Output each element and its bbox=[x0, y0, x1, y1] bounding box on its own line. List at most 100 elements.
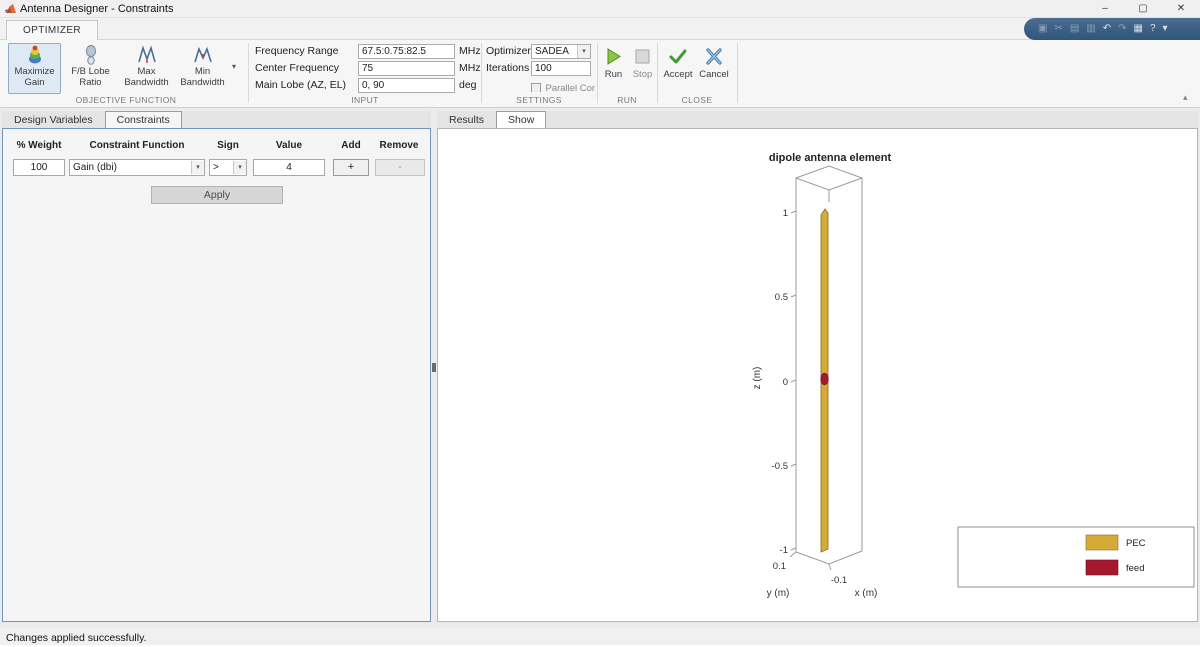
constraint-function-select[interactable]: Gain (dbi) ▾ bbox=[69, 159, 205, 176]
save-icon[interactable]: ▣ bbox=[1038, 18, 1047, 40]
window-title: Antenna Designer - Constraints bbox=[20, 3, 174, 15]
close-button[interactable]: ✕ bbox=[1162, 0, 1200, 18]
frequency-range-label: Frequency Range bbox=[255, 45, 339, 57]
header-sign: Sign bbox=[217, 140, 239, 151]
add-constraint-button[interactable]: + bbox=[333, 159, 369, 176]
fb-lobe-ratio-button[interactable]: F/B Lobe Ratio bbox=[64, 43, 117, 94]
frequency-range-input[interactable]: 67.5:0.75:82.5 bbox=[358, 44, 455, 59]
constraint-function-value: Gain (dbi) bbox=[73, 162, 117, 173]
tab-optimizer[interactable]: OPTIMIZER bbox=[6, 20, 99, 41]
tab-constraints[interactable]: Constraints bbox=[104, 111, 182, 128]
redo-icon[interactable]: ↷ bbox=[1118, 18, 1126, 40]
section-label-run: RUN bbox=[617, 95, 637, 105]
iterations-label: Iterations bbox=[486, 62, 530, 74]
stop-button[interactable]: Stop bbox=[629, 43, 656, 94]
stop-icon bbox=[635, 49, 650, 64]
header-add: Add bbox=[341, 140, 361, 151]
value-input[interactable]: 4 bbox=[253, 159, 325, 176]
tab-show[interactable]: Show bbox=[496, 111, 547, 128]
sign-select[interactable]: > ▾ bbox=[209, 159, 247, 176]
stop-label: Stop bbox=[632, 69, 653, 80]
optimizer-select[interactable]: SADEA ▾ bbox=[531, 44, 591, 59]
quick-access-toolbar: ▣ ✂ ▤ ▥ ↶ ↷ ▦ ? ▾ bbox=[1024, 18, 1200, 40]
header-remove: Remove bbox=[379, 140, 419, 151]
center-frequency-unit: MHz bbox=[459, 62, 481, 74]
tab-results[interactable]: Results bbox=[437, 111, 496, 128]
maximize-button[interactable]: ▢ bbox=[1124, 0, 1162, 18]
section-label-objective: OBJECTIVE FUNCTION bbox=[75, 95, 177, 105]
undo-icon[interactable]: ↶ bbox=[1103, 18, 1111, 40]
main-lobe-input[interactable]: 0, 90 bbox=[358, 78, 455, 93]
optimizer-value: SADEA bbox=[535, 46, 569, 57]
tab-design-variables[interactable]: Design Variables bbox=[2, 111, 105, 128]
x-tick-label: -0.1 bbox=[831, 575, 847, 586]
frequency-range-unit: MHz bbox=[459, 45, 481, 57]
y-axis-label: y (m) bbox=[767, 588, 790, 599]
main-lobe-unit: deg bbox=[459, 79, 477, 91]
cancel-label: Cancel bbox=[699, 69, 729, 80]
paste-icon[interactable]: ▥ bbox=[1086, 18, 1095, 40]
section-divider bbox=[597, 43, 598, 103]
chevron-down-icon: ▾ bbox=[577, 45, 590, 58]
y-tick-label: 0.1 bbox=[773, 561, 786, 572]
plot-legend: PEC feed bbox=[957, 526, 1195, 588]
max-bandwidth-label: Max Bandwidth bbox=[124, 66, 169, 88]
maximize-gain-icon bbox=[28, 45, 41, 64]
max-bandwidth-button[interactable]: Max Bandwidth bbox=[120, 43, 173, 94]
toolstrip-collapse-icon[interactable]: ▴ bbox=[1183, 92, 1188, 103]
layout-icon[interactable]: ▦ bbox=[1134, 18, 1143, 40]
z-tick-05: 0.5 bbox=[775, 292, 788, 303]
title-bar: Antenna Designer - Constraints – ▢ ✕ bbox=[0, 0, 1200, 18]
section-label-input: INPUT bbox=[351, 95, 379, 105]
header-value: Value bbox=[275, 140, 303, 151]
section-label-close: CLOSE bbox=[681, 95, 713, 105]
window-controls: – ▢ ✕ bbox=[1086, 0, 1200, 18]
help-icon[interactable]: ? bbox=[1150, 18, 1156, 40]
accept-label: Accept bbox=[663, 69, 693, 80]
z-tick-0: 0 bbox=[783, 377, 788, 388]
plot-title: dipole antenna element bbox=[769, 152, 892, 164]
status-message: Changes applied successfully. bbox=[6, 632, 147, 644]
maximize-gain-button[interactable]: Maximize Gain bbox=[8, 43, 61, 94]
plot-canvas[interactable]: dipole antenna element 1 0.5 0 -0.5 -1 0… bbox=[437, 128, 1198, 622]
min-bandwidth-button[interactable]: Min Bandwidth bbox=[176, 43, 229, 94]
parallel-computing-checkbox[interactable] bbox=[531, 83, 541, 92]
legend-label-feed: feed bbox=[1126, 563, 1145, 574]
fb-lobe-ratio-icon bbox=[85, 45, 96, 65]
x-axis-label: x (m) bbox=[855, 588, 878, 599]
workspace: Design Variables Constraints % Weight Co… bbox=[0, 108, 1200, 628]
copy-icon[interactable]: ▤ bbox=[1070, 18, 1079, 40]
maximize-gain-label: Maximize Gain bbox=[14, 66, 55, 88]
cut-icon[interactable]: ✂ bbox=[1054, 18, 1062, 40]
remove-constraint-button[interactable]: - bbox=[375, 159, 425, 176]
apply-button[interactable]: Apply bbox=[151, 186, 283, 204]
run-button[interactable]: Run bbox=[600, 43, 627, 94]
legend-swatch-feed bbox=[1085, 559, 1119, 576]
cancel-icon bbox=[706, 48, 722, 65]
objective-gallery-dropdown-icon[interactable]: ▾ bbox=[232, 62, 236, 71]
parallel-computing-row: Parallel Computing bbox=[531, 78, 595, 92]
z-tick-m05: -0.5 bbox=[772, 461, 788, 472]
section-divider bbox=[737, 43, 738, 103]
center-frequency-label: Center Frequency bbox=[255, 62, 340, 74]
weight-input[interactable]: 100 bbox=[13, 159, 65, 176]
iterations-input[interactable]: 100 bbox=[531, 61, 591, 76]
section-divider bbox=[657, 43, 658, 103]
run-label: Run bbox=[604, 69, 623, 80]
optimizer-label: Optimizer bbox=[486, 45, 531, 57]
legend-swatch-pec bbox=[1085, 534, 1119, 551]
z-tick-m1: -1 bbox=[780, 545, 788, 556]
constraints-panel: Design Variables Constraints % Weight Co… bbox=[2, 111, 431, 622]
more-icon[interactable]: ▾ bbox=[1163, 18, 1168, 40]
accept-button[interactable]: Accept bbox=[661, 43, 695, 94]
cancel-button[interactable]: Cancel bbox=[697, 43, 731, 94]
app-icon bbox=[5, 4, 16, 13]
run-icon bbox=[607, 48, 621, 65]
dipole-feed-shape bbox=[820, 372, 829, 386]
sign-value: > bbox=[213, 162, 219, 173]
splitter-handle-icon bbox=[432, 363, 436, 372]
minimize-button[interactable]: – bbox=[1086, 0, 1124, 18]
constraints-body: % Weight Constraint Function Sign Value … bbox=[2, 128, 431, 622]
section-divider bbox=[248, 43, 249, 103]
center-frequency-input[interactable]: 75 bbox=[358, 61, 455, 76]
